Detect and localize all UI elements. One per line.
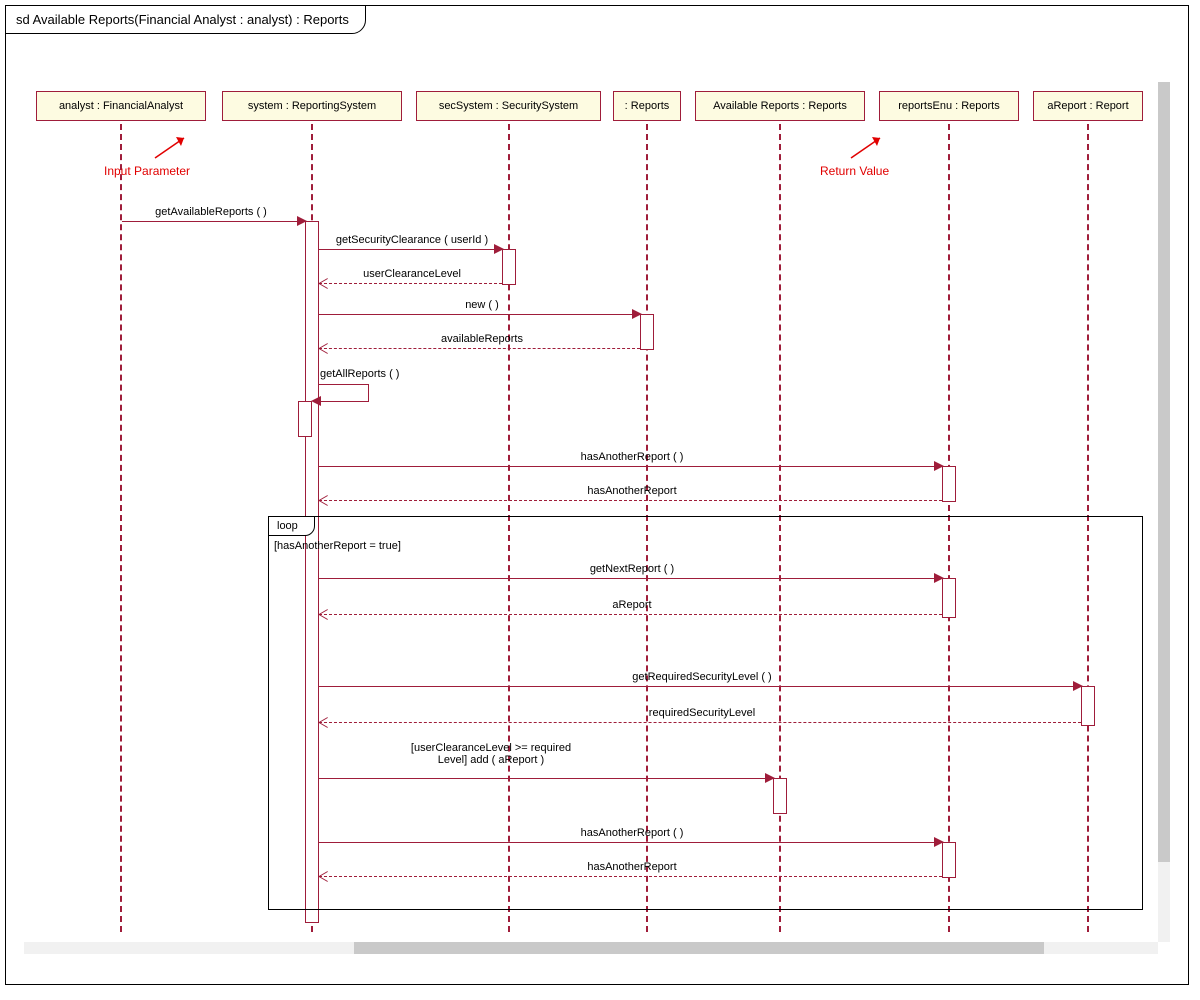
- msg-label: getRequiredSecurityLevel ( ): [632, 671, 771, 683]
- activation-enu-1: [942, 466, 956, 502]
- arrow-icon: [632, 309, 642, 319]
- lifeline-head-aReport: aReport : Report: [1033, 91, 1143, 121]
- annotation-label: Return Value: [820, 164, 889, 178]
- lifeline-label: Available Reports : Reports: [713, 100, 847, 112]
- lifeline-label: reportsEnu : Reports: [898, 100, 1000, 112]
- msg-line: [122, 221, 305, 222]
- lifeline-head-avail: Available Reports : Reports: [695, 91, 865, 121]
- lifeline-label: secSystem : SecuritySystem: [439, 100, 578, 112]
- msg-line: [319, 348, 640, 349]
- msg-label: hasAnotherReport: [587, 861, 676, 873]
- msg-getRequiredSecurityLevel: getRequiredSecurityLevel ( ): [322, 671, 1082, 683]
- msg-line: [319, 384, 369, 385]
- loop-label: loop: [268, 516, 315, 536]
- lifeline-label: : Reports: [625, 100, 670, 112]
- msg-line: [319, 842, 942, 843]
- msg-line: [319, 778, 773, 779]
- msg-line: [319, 314, 640, 315]
- arrow-icon: [1073, 681, 1083, 691]
- scrollbar-thumb[interactable]: [1158, 82, 1170, 862]
- scrollbar-horizontal[interactable]: [24, 942, 1158, 954]
- msg-label: [userClearanceLevel >= required: [411, 742, 571, 754]
- arrow-icon: [934, 573, 944, 583]
- lifeline-label: aReport : Report: [1047, 100, 1128, 112]
- msg-label: aReport: [612, 599, 651, 611]
- return-userClearanceLevel: userClearanceLevel: [322, 268, 502, 280]
- msg-line: [319, 401, 369, 402]
- msg-new: new ( ): [322, 299, 642, 311]
- lifeline-line: [120, 124, 122, 932]
- arrow-icon: [765, 773, 775, 783]
- msg-label: availableReports: [441, 333, 523, 345]
- lifeline-head-system: system : ReportingSystem: [222, 91, 402, 121]
- msg-label: hasAnotherReport ( ): [581, 827, 684, 839]
- msg-label: new ( ): [465, 299, 499, 311]
- return-aReport: aReport: [322, 599, 942, 611]
- msg-label: getAvailableReports ( ): [155, 206, 267, 218]
- annotation-label: Input Parameter: [104, 164, 190, 178]
- annotation-return-value: Return Value: [820, 164, 889, 178]
- msg-line: [319, 500, 942, 501]
- annotation-input-param: Input Parameter: [104, 164, 190, 178]
- scrollbar-thumb[interactable]: [354, 942, 1044, 954]
- msg-label: userClearanceLevel: [363, 268, 461, 280]
- msg-line: [319, 614, 942, 615]
- msg-label: hasAnotherReport: [587, 485, 676, 497]
- msg-getAllReports: getAllReports ( ): [320, 368, 440, 380]
- return-availableReports: availableReports: [322, 333, 642, 345]
- msg-hasAnotherReport-1: hasAnotherReport ( ): [322, 451, 942, 463]
- loop-guard: [hasAnotherReport = true]: [274, 540, 401, 552]
- activation-reports: [640, 314, 654, 350]
- lifeline-label: system : ReportingSystem: [248, 100, 376, 112]
- msg-label: hasAnotherReport ( ): [581, 451, 684, 463]
- msg-label: getAllReports ( ): [320, 368, 399, 380]
- msg-getSecurityClearance: getSecurityClearance ( userId ): [322, 234, 502, 246]
- msg-line: [319, 249, 502, 250]
- return-hasAnotherReport-1: hasAnotherReport: [322, 485, 942, 497]
- msg-line: [319, 722, 1081, 723]
- arrow-icon: [297, 216, 307, 226]
- frame-title: sd Available Reports(Financial Analyst :…: [5, 5, 366, 34]
- msg-line: [319, 686, 1081, 687]
- msg-add-guard: [userClearanceLevel >= required Level] a…: [361, 742, 621, 766]
- lifeline-head-reports: : Reports: [613, 91, 681, 121]
- msg-line: [319, 466, 942, 467]
- arrow-icon: [494, 244, 504, 254]
- return-requiredSecurityLevel: requiredSecurityLevel: [322, 707, 1082, 719]
- msg-line: [319, 283, 502, 284]
- lifeline-head-analyst: analyst : FinancialAnalyst: [36, 91, 206, 121]
- lifeline-head-secSystem: secSystem : SecuritySystem: [416, 91, 601, 121]
- msg-line: [368, 384, 369, 401]
- msg-line: [319, 876, 942, 877]
- return-hasAnotherReport-2: hasAnotherReport: [322, 861, 942, 873]
- msg-getAvailableReports: getAvailableReports ( ): [126, 206, 296, 218]
- diagram-frame: sd Available Reports(Financial Analyst :…: [5, 5, 1189, 985]
- msg-label: Level] add ( aReport ): [438, 754, 544, 766]
- arrow-icon: [311, 396, 321, 406]
- arrow-icon: [934, 461, 944, 471]
- msg-line: [319, 578, 942, 579]
- arrow-icon: [934, 837, 944, 847]
- scrollbar-vertical[interactable]: [1158, 82, 1170, 942]
- activation-system-self: [298, 401, 312, 437]
- msg-label: getSecurityClearance ( userId ): [336, 234, 488, 246]
- lifeline-head-enu: reportsEnu : Reports: [879, 91, 1019, 121]
- msg-label: getNextReport ( ): [590, 563, 674, 575]
- msg-getNextReport: getNextReport ( ): [322, 563, 942, 575]
- msg-label: requiredSecurityLevel: [649, 707, 755, 719]
- activation-secSystem: [502, 249, 516, 285]
- msg-hasAnotherReport-2: hasAnotherReport ( ): [322, 827, 942, 839]
- lifeline-label: analyst : FinancialAnalyst: [59, 100, 183, 112]
